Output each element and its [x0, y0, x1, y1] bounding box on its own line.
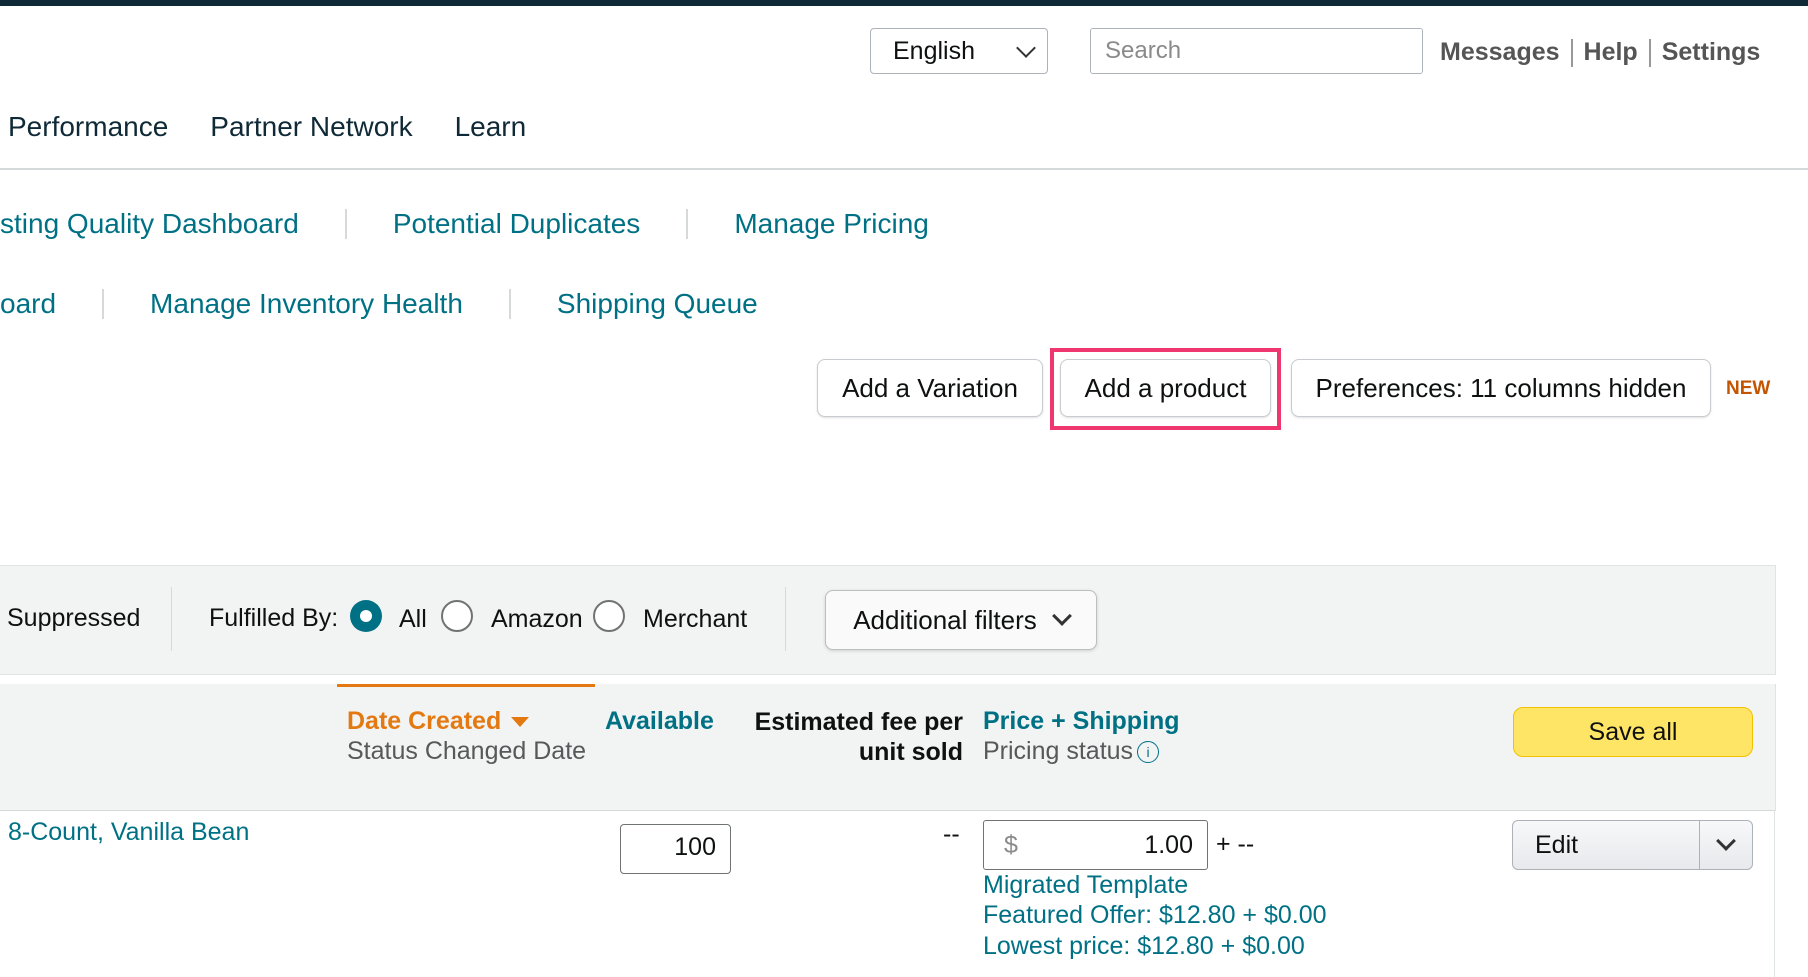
- estimated-fee-column-header: Estimated fee per unit sold: [745, 707, 963, 767]
- sort-desc-icon: [511, 717, 530, 728]
- additional-filters-label: Additional filters: [853, 604, 1037, 635]
- header-links: Messages Help Settings: [1440, 38, 1760, 67]
- divider: [785, 587, 786, 651]
- edit-split-button: Edit: [1512, 820, 1753, 870]
- language-select[interactable]: English: [870, 28, 1048, 74]
- nav-item-learn[interactable]: Learn: [455, 111, 527, 143]
- top-accent-bar: [0, 0, 1808, 6]
- shipping-queue-link[interactable]: Shipping Queue: [557, 288, 758, 320]
- divider: [1648, 38, 1651, 67]
- preferences-button[interactable]: Preferences: 11 columns hidden: [1291, 359, 1711, 417]
- edit-dropdown-button[interactable]: [1699, 821, 1752, 869]
- sub-links-row-1: sting Quality Dashboard Potential Duplic…: [0, 208, 929, 240]
- estimated-fee-line-2: unit sold: [858, 738, 963, 766]
- edit-label: Edit: [1535, 830, 1579, 859]
- main-nav: Performance Partner Network Learn: [8, 111, 526, 143]
- additional-filters-button[interactable]: Additional filters: [825, 590, 1097, 650]
- chevron-down-icon: [1051, 606, 1072, 626]
- info-icon[interactable]: i: [1137, 741, 1160, 764]
- date-created-label: Date Created: [347, 707, 502, 735]
- add-variation-label: Add a Variation: [842, 372, 1018, 403]
- new-badge: NEW: [1726, 378, 1771, 399]
- divider: [344, 209, 347, 239]
- pricing-status-label: Pricing status: [983, 737, 1134, 765]
- add-variation-button[interactable]: Add a Variation: [817, 359, 1043, 417]
- language-select-value: English: [893, 36, 975, 65]
- nav-divider: [0, 168, 1808, 170]
- radio-all-label[interactable]: All: [399, 605, 427, 634]
- chevron-down-icon: [1016, 38, 1036, 58]
- divider: [171, 587, 172, 651]
- listing-quality-dashboard-link[interactable]: sting Quality Dashboard: [0, 208, 299, 240]
- messages-link[interactable]: Messages: [1440, 38, 1560, 67]
- price-shipping-column-header[interactable]: Price + Shipping: [983, 707, 1180, 736]
- divider: [1570, 38, 1573, 67]
- radio-amazon[interactable]: [441, 600, 473, 632]
- nav-item-partner-network[interactable]: Partner Network: [210, 111, 412, 143]
- pricing-status-header: Pricing status i: [983, 737, 1160, 766]
- help-link[interactable]: Help: [1584, 38, 1638, 67]
- available-column-header[interactable]: Available: [605, 707, 714, 736]
- save-all-label: Save all: [1588, 717, 1678, 746]
- status-changed-date-header[interactable]: Status Changed Date: [347, 737, 586, 766]
- settings-link[interactable]: Settings: [1662, 38, 1761, 67]
- save-all-button[interactable]: Save all: [1513, 707, 1753, 757]
- suppressed-filter[interactable]: Suppressed: [7, 604, 140, 633]
- search-input[interactable]: [1091, 29, 1422, 73]
- radio-merchant-label[interactable]: Merchant: [643, 605, 747, 634]
- active-sort-indicator: [337, 684, 595, 687]
- edit-button[interactable]: Edit: [1513, 821, 1699, 869]
- divider: [508, 289, 511, 319]
- price-value: 1.00: [1144, 830, 1193, 859]
- preferences-label: Preferences: 11 columns hidden: [1315, 372, 1687, 403]
- manage-pricing-link[interactable]: Manage Pricing: [734, 208, 929, 240]
- radio-amazon-label[interactable]: Amazon: [491, 605, 583, 634]
- radio-all[interactable]: [350, 600, 382, 632]
- nav-item-performance[interactable]: Performance: [8, 111, 168, 143]
- potential-duplicates-link[interactable]: Potential Duplicates: [393, 208, 640, 240]
- estimated-fee-line-1: Estimated fee per: [754, 708, 963, 736]
- dashboard-link[interactable]: oard: [0, 288, 56, 320]
- product-name-link[interactable]: 8-Count, Vanilla Bean: [8, 818, 249, 847]
- fulfilled-by-label: Fulfilled By:: [209, 604, 339, 632]
- estimated-fee-value: --: [943, 820, 960, 848]
- table-border: [1774, 810, 1775, 977]
- highlight-box: [1050, 348, 1281, 430]
- chevron-down-icon: [1716, 831, 1736, 851]
- manage-inventory-health-link[interactable]: Manage Inventory Health: [150, 288, 463, 320]
- date-created-column-header[interactable]: Date Created: [347, 707, 530, 736]
- search-box[interactable]: [1090, 28, 1423, 74]
- sub-links-row-2: oard Manage Inventory Health Shipping Qu…: [0, 288, 758, 320]
- divider: [102, 289, 105, 319]
- available-quantity-input[interactable]: 100: [620, 824, 731, 874]
- featured-offer-link[interactable]: Featured Offer: $12.80 + $0.00: [983, 901, 1327, 930]
- radio-merchant[interactable]: [593, 600, 625, 632]
- migrated-template-link[interactable]: Migrated Template: [983, 871, 1188, 900]
- lowest-price-link[interactable]: Lowest price: $12.80 + $0.00: [983, 932, 1305, 961]
- price-input[interactable]: $ 1.00: [983, 820, 1208, 870]
- divider: [686, 209, 689, 239]
- radio-selected-dot: [360, 610, 372, 622]
- currency-symbol: $: [1004, 830, 1018, 859]
- shipping-value: + --: [1216, 830, 1255, 858]
